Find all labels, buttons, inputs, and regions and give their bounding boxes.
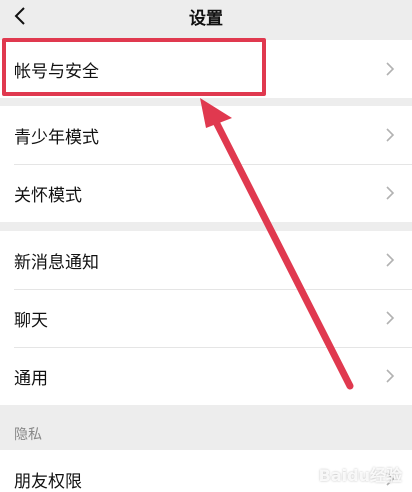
watermark-logo: Baidu经验 (318, 466, 402, 485)
annotation-arrow (200, 98, 354, 390)
